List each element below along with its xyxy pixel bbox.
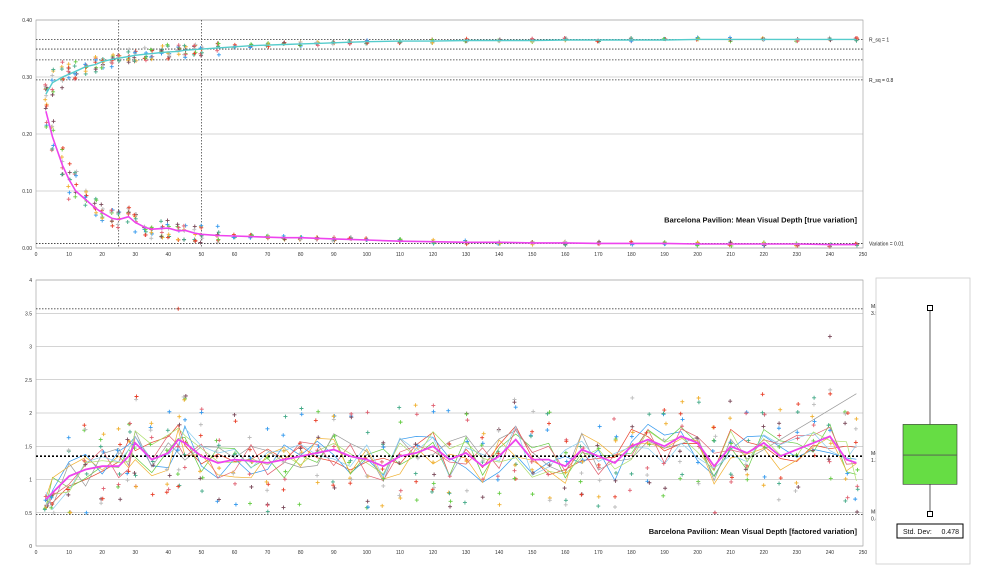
x-tick-label: 150 bbox=[528, 252, 537, 258]
boxplot-min-marker bbox=[927, 511, 933, 517]
x-tick-label: 70 bbox=[265, 550, 271, 556]
chart-title: Barcelona Pavilion: Mean Visual Depth [t… bbox=[664, 215, 857, 224]
chart-title: Barcelona Pavilion: Mean Visual Depth [f… bbox=[649, 527, 858, 536]
x-tick-label: 170 bbox=[594, 252, 603, 258]
x-tick-label: 220 bbox=[760, 252, 769, 258]
y-tick-label: 0.5 bbox=[25, 511, 32, 517]
x-tick-label: 210 bbox=[727, 550, 736, 556]
x-tick-label: 240 bbox=[826, 550, 835, 556]
x-tick-label: 90 bbox=[331, 550, 337, 556]
chart-canvas: 0.00 0.10 0.20 0.30 0.40 0 10 20 30 40 50 60 70 80 90 1… bbox=[0, 0, 990, 575]
x-tick-label: 70 bbox=[265, 252, 271, 258]
x-tick-label: 20 bbox=[99, 252, 105, 258]
x-tick-label: 120 bbox=[429, 252, 438, 258]
x-tick-label: 140 bbox=[495, 550, 504, 556]
true-variation-chart: 0.00 0.10 0.20 0.30 0.40 0 10 20 30 40 50 60 70 80 90 1… bbox=[22, 18, 904, 258]
x-tick-label: 30 bbox=[132, 550, 138, 556]
y-tick-label: 3.5 bbox=[25, 311, 32, 317]
reference-line-label: Variation = 0.01 bbox=[869, 241, 904, 247]
x-tick-label: 40 bbox=[166, 550, 172, 556]
x-tick-label: 230 bbox=[793, 252, 802, 258]
x-tick-label: 10 bbox=[66, 252, 72, 258]
x-tick-label: 110 bbox=[396, 550, 404, 556]
x-tick-label: 120 bbox=[429, 550, 438, 556]
x-tick-label: 170 bbox=[594, 550, 603, 556]
x-tick-label: 140 bbox=[495, 252, 504, 258]
x-tick-label: 200 bbox=[693, 252, 702, 258]
x-tick-label: 110 bbox=[396, 252, 404, 258]
x-tick-label: 250 bbox=[859, 252, 868, 258]
x-tick-label: 180 bbox=[627, 252, 636, 258]
x-tick-label: 160 bbox=[561, 252, 570, 258]
boxplot-box bbox=[902, 424, 958, 485]
boxplot-max-marker bbox=[927, 305, 933, 311]
x-tick-label: 0 bbox=[35, 252, 38, 258]
y-tick-label: 0.30 bbox=[22, 75, 32, 81]
y-tick-label: 0.00 bbox=[22, 246, 32, 252]
x-tick-label: 150 bbox=[528, 550, 537, 556]
x-tick-label: 200 bbox=[693, 550, 702, 556]
x-tick-label: 10 bbox=[66, 550, 72, 556]
y-tick-label: 4 bbox=[29, 278, 32, 284]
y-tick-label: 0 bbox=[29, 544, 32, 550]
x-tick-label: 130 bbox=[462, 550, 471, 556]
x-tick-label: 230 bbox=[793, 550, 802, 556]
y-tick-label: 1 bbox=[29, 478, 32, 484]
std-dev-value: 0.478 bbox=[941, 529, 959, 536]
x-tick-label: 210 bbox=[727, 252, 736, 258]
y-tick-label: 2.5 bbox=[25, 378, 32, 384]
y-tick-label: 3 bbox=[29, 345, 32, 351]
x-tick-label: 40 bbox=[166, 252, 172, 258]
y-tick-label: 0.40 bbox=[22, 18, 32, 24]
x-tick-label: 60 bbox=[232, 550, 238, 556]
x-tick-label: 50 bbox=[199, 550, 205, 556]
x-tick-label: 30 bbox=[132, 252, 138, 258]
x-tick-label: 50 bbox=[199, 252, 205, 258]
x-tick-label: 80 bbox=[298, 550, 304, 556]
x-tick-label: 100 bbox=[363, 550, 372, 556]
x-tick-label: 180 bbox=[627, 550, 636, 556]
x-tick-label: 60 bbox=[232, 252, 238, 258]
reference-line-label: R_sq = 1 bbox=[869, 37, 889, 43]
x-tick-label: 240 bbox=[826, 252, 835, 258]
y-tick-label: 0.10 bbox=[22, 189, 32, 195]
x-tick-label: 80 bbox=[298, 252, 304, 258]
x-tick-label: 100 bbox=[363, 252, 372, 258]
std-dev-label: Std. Dev: bbox=[903, 529, 932, 536]
y-tick-label: 0.20 bbox=[22, 132, 32, 138]
y-tick-label: 1.5 bbox=[25, 444, 32, 450]
x-tick-label: 160 bbox=[561, 550, 570, 556]
factored-variation-chart: 00.511.522.533.540 10 20 30 40 50 60 70 80 90 100 1… bbox=[25, 277, 971, 565]
x-tick-label: 190 bbox=[660, 550, 669, 556]
x-tick-label: 250 bbox=[859, 550, 868, 556]
x-tick-label: 90 bbox=[331, 252, 337, 258]
boxplot-panel bbox=[875, 277, 971, 565]
y-tick-label: 2 bbox=[29, 411, 32, 417]
reference-line-label: R_sq = 0.8 bbox=[869, 78, 894, 84]
x-tick-label: 220 bbox=[760, 550, 769, 556]
x-tick-label: 190 bbox=[660, 252, 669, 258]
x-tick-label: 0 bbox=[35, 550, 38, 556]
x-tick-label: 130 bbox=[462, 252, 471, 258]
x-tick-label: 20 bbox=[99, 550, 105, 556]
